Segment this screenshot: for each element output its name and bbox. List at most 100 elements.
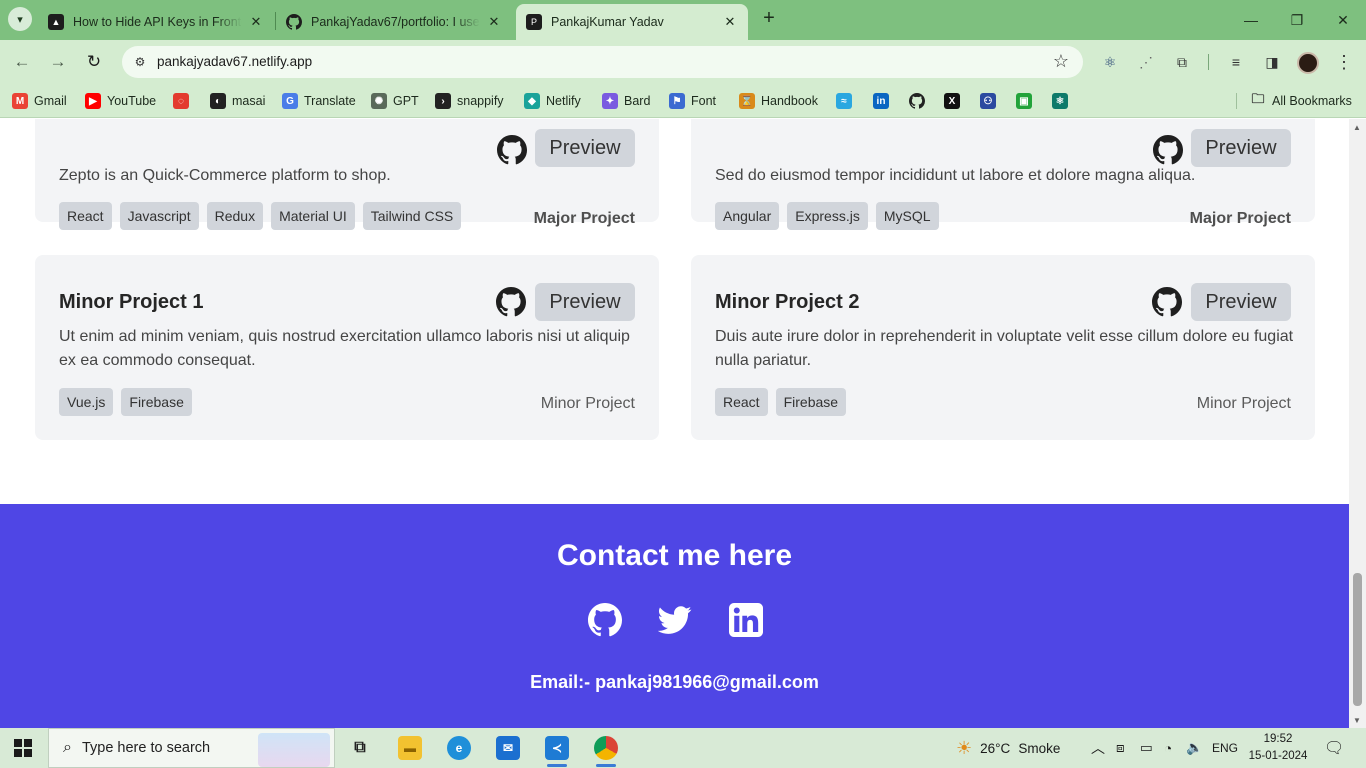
volume-icon[interactable]: 🔈 [1186, 728, 1203, 768]
preview-button[interactable]: Preview [535, 129, 635, 167]
wifi-icon[interactable]: ◔ [1164, 728, 1172, 768]
bookmark-favicon-icon: ⚑ [669, 93, 685, 109]
language-indicator[interactable]: ENG [1212, 728, 1238, 768]
close-icon[interactable]: ✕ [486, 14, 502, 30]
meet-now-icon[interactable]: ⧈ [1116, 728, 1125, 768]
bookmark-item[interactable]: ◆ Netlify [524, 92, 581, 110]
project-card-major-2: Preview Sed do eiusmod tempor incididunt… [691, 119, 1315, 230]
bookmark-favicon-icon: in [873, 93, 889, 109]
bookmark-item[interactable]: ✺ GPT [371, 92, 419, 110]
tech-tag: Vue.js [59, 388, 114, 416]
bookmark-item[interactable]: ⌛ Handbook [739, 92, 818, 110]
tray-overflow-chevron-icon[interactable]: ︿ [1091, 728, 1105, 768]
battery-icon[interactable]: ▭ [1140, 728, 1153, 768]
restore-button[interactable]: ❐ [1274, 0, 1320, 40]
task-view-button[interactable]: ⧉ [336, 728, 384, 768]
new-tab-button[interactable]: + [758, 8, 780, 30]
menu-kebab-icon[interactable]: ⋮ [1334, 52, 1354, 72]
weather-temp: 26°C [980, 740, 1011, 756]
vscode-button[interactable]: ≺ [533, 728, 581, 768]
tab-favicon-icon: P [526, 14, 542, 30]
bookmark-item[interactable]: ◐ masai [210, 92, 265, 110]
chrome-button[interactable] [582, 728, 630, 768]
extensions-puzzle-icon[interactable]: ⧉ [1172, 52, 1192, 72]
scroll-down-arrow-icon[interactable]: ▼ [1353, 716, 1361, 725]
bookmark-favicon-icon: ◌ [173, 93, 189, 109]
back-button[interactable]: ← [11, 51, 33, 73]
folder-icon: 🗀 [1251, 91, 1265, 106]
bookmark-item[interactable]: ⚑ Font [669, 92, 716, 110]
tech-tag: React [715, 388, 768, 416]
windows-start-button[interactable] [14, 739, 32, 757]
bookmark-item[interactable]: X [944, 92, 966, 110]
media-controls-icon[interactable]: ≡ [1226, 52, 1246, 72]
twitter-icon[interactable] [658, 603, 692, 637]
tech-tag: Javascript [119, 202, 199, 230]
github-icon[interactable] [497, 135, 527, 165]
forward-button[interactable]: → [47, 51, 69, 73]
extension-loading-icon[interactable]: ⋰ [1136, 52, 1156, 72]
bookmark-item[interactable]: G Translate [282, 92, 356, 110]
page-scrollbar[interactable]: ▲ ▼ [1349, 119, 1366, 728]
bookmark-star-icon[interactable]: ☆ [1053, 51, 1069, 72]
bookmark-favicon-icon: ✦ [602, 93, 618, 109]
windows-taskbar: ⌕ Type here to search ⧉ ▬ e ✉ ≺ ☀ 26°C S… [0, 728, 1366, 768]
bookmark-item[interactable]: ▶ YouTube [85, 92, 156, 110]
bookmark-item[interactable]: ⚇ [980, 92, 1002, 110]
reload-button[interactable]: ↻ [83, 51, 105, 73]
tech-tags: React Firebase [715, 388, 847, 416]
tab-api-keys[interactable]: ▲ How to Hide API Keys in Frontend ✕ [38, 4, 274, 40]
system-clock[interactable]: 19:52 15-01-2024 [1244, 731, 1312, 765]
bookmark-item[interactable] [909, 92, 931, 110]
tab-portfolio-active[interactable]: P PankajKumar Yadav ✕ [516, 4, 748, 40]
tech-tag: Material UI [271, 202, 355, 230]
preview-button[interactable]: Preview [1191, 283, 1291, 321]
address-bar[interactable]: ⚙ pankajyadav67.netlify.app ☆ [122, 46, 1083, 78]
profile-avatar[interactable] [1297, 52, 1319, 74]
react-devtools-icon[interactable]: ⚛ [1100, 52, 1120, 72]
bookmark-item[interactable]: ▣ [1016, 92, 1038, 110]
bookmark-label: Gmail [34, 94, 67, 108]
github-icon[interactable] [496, 287, 526, 317]
search-highlight-image [258, 733, 330, 767]
preview-button[interactable]: Preview [1191, 129, 1291, 167]
file-explorer-button[interactable]: ▬ [386, 728, 434, 768]
github-icon[interactable] [588, 603, 622, 637]
bookmark-item[interactable]: ≈ [836, 92, 858, 110]
bookmark-item[interactable]: ◌ [173, 92, 195, 110]
edge-button[interactable]: e [435, 728, 483, 768]
bookmark-favicon-icon: M [12, 93, 28, 109]
close-icon[interactable]: ✕ [248, 14, 264, 30]
minimize-button[interactable]: — [1228, 0, 1274, 40]
bookmark-label: GPT [393, 94, 419, 108]
scroll-up-arrow-icon[interactable]: ▲ [1353, 123, 1361, 132]
mail-icon: ✉ [496, 736, 520, 760]
bookmark-item[interactable]: ⚛ [1052, 92, 1074, 110]
site-info-icon[interactable]: ⚙ [128, 50, 152, 74]
bookmark-item[interactable]: in [873, 92, 895, 110]
preview-button[interactable]: Preview [535, 283, 635, 321]
close-window-button[interactable]: ✕ [1320, 0, 1366, 40]
github-icon[interactable] [1152, 287, 1182, 317]
side-panel-icon[interactable]: ◨ [1262, 52, 1282, 72]
weather-widget[interactable]: ☀ 26°C Smoke [956, 728, 1060, 768]
bookmark-item[interactable]: ✦ Bard [602, 92, 650, 110]
project-description: Zepto is an Quick-Commerce platform to s… [59, 167, 391, 184]
notifications-icon[interactable]: 🗨 [1324, 728, 1344, 768]
project-description: Ut enim ad minim veniam, quis nostrud ex… [59, 328, 630, 369]
linkedin-icon[interactable] [729, 603, 763, 637]
bookmark-item[interactable]: M Gmail [12, 92, 67, 110]
tech-tags: Vue.js Firebase [59, 388, 192, 416]
url-text[interactable]: pankajyadav67.netlify.app [157, 54, 312, 69]
mail-button[interactable]: ✉ [484, 728, 532, 768]
close-icon[interactable]: ✕ [722, 14, 738, 30]
contact-email[interactable]: Email:- pankaj981966@gmail.com [0, 672, 1349, 693]
tab-search-chevron-icon[interactable]: ▾ [8, 7, 32, 31]
bookmark-item[interactable]: › snappify [435, 92, 504, 110]
github-icon[interactable] [1153, 135, 1183, 165]
all-bookmarks-folder[interactable]: 🗀 All Bookmarks [1250, 91, 1351, 110]
weather-desc: Smoke [1018, 740, 1061, 756]
tab-github-portfolio[interactable]: PankajYadav67/portfolio: I used ✕ [276, 4, 512, 40]
taskbar-search-box[interactable]: ⌕ Type here to search [48, 728, 335, 768]
scrollbar-thumb[interactable] [1353, 573, 1362, 706]
